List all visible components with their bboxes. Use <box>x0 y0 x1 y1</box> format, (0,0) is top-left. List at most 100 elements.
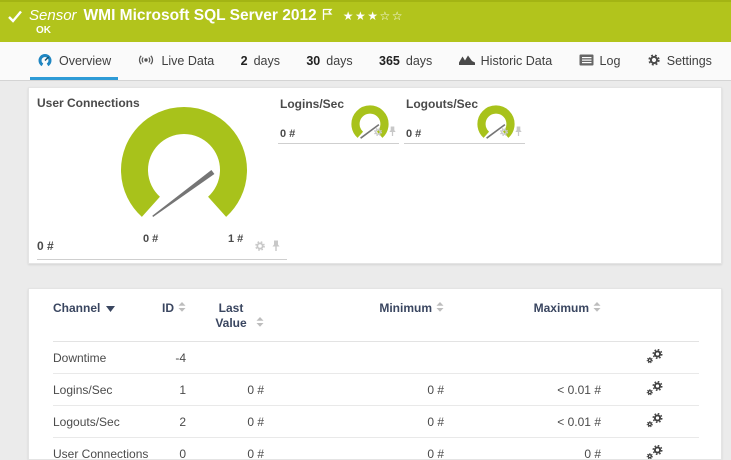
gauge-scale-max: 1 # <box>228 233 244 245</box>
table-row: Downtime -4 <box>53 341 699 374</box>
area-chart-icon <box>458 53 475 69</box>
gauge-settings-gear-icon[interactable] <box>373 124 383 142</box>
status-ok-check-icon <box>8 10 22 28</box>
channel-settings-cell <box>601 373 699 406</box>
column-header-minimum-label: Minimum <box>379 301 432 315</box>
logins-gauge-value: 0 # <box>280 128 296 140</box>
object-kind-label: Sensor <box>29 7 77 24</box>
tab-365-days-unit: days <box>405 54 433 68</box>
sort-toggle-icon <box>178 301 186 315</box>
channel-minimum: 0 # <box>264 437 444 459</box>
tab-2-days[interactable]: 2 days <box>234 42 287 80</box>
sort-toggle-icon <box>256 316 264 330</box>
tab-live-data[interactable]: Live Data <box>130 42 221 80</box>
tab-overview[interactable]: Overview <box>30 42 119 80</box>
tab-2-days-unit: days <box>253 54 280 68</box>
page-title: WMI Microsoft SQL Server 2012 <box>83 7 317 24</box>
channel-settings-gears-icon[interactable] <box>646 444 664 459</box>
table-header-row: Channel ID Last Value Minimum Maximum <box>53 289 699 342</box>
logouts-gauge-value: 0 # <box>406 128 422 140</box>
channel-settings-gears-icon[interactable] <box>646 412 664 431</box>
table-row: User Connections 0 0 # 0 # 0 # <box>53 437 699 459</box>
channel-minimum: 0 # <box>264 373 444 406</box>
tab-30-days-unit: days <box>326 54 353 68</box>
primary-gauge-block: User Connections 0 # 1 # 0 # <box>37 93 287 260</box>
gauge-pin-icon[interactable] <box>388 124 397 142</box>
channel-settings-gears-icon[interactable] <box>646 348 664 367</box>
logouts-gauge-title: Logouts/Sec <box>406 97 479 111</box>
gauge-pin-icon[interactable] <box>271 239 281 257</box>
tab-365-days-number: 365 <box>379 54 400 68</box>
column-header-actions <box>601 289 699 342</box>
column-header-id-label: ID <box>162 301 174 315</box>
tab-30-days-number: 30 <box>306 54 321 68</box>
sort-toggle-icon <box>593 301 601 315</box>
column-header-last-value-label: Last Value <box>215 301 247 330</box>
channel-last-value: 0 # <box>186 437 264 459</box>
column-header-channel[interactable]: Channel <box>53 289 153 342</box>
channel-id: 2 <box>153 405 186 438</box>
channel-name[interactable]: Downtime <box>53 341 153 374</box>
channel-minimum <box>264 341 444 374</box>
column-header-last-value[interactable]: Last Value <box>186 289 264 342</box>
priority-stars[interactable]: ★★★☆☆ <box>343 9 404 23</box>
tab-30-days[interactable]: 30 days <box>299 42 359 80</box>
user-connections-gauge <box>121 107 247 217</box>
gauge-settings-gear-icon[interactable] <box>254 239 266 257</box>
gauge-pin-icon[interactable] <box>514 124 523 142</box>
primary-gauge-value: 0 # <box>37 239 54 253</box>
broadcast-icon <box>137 53 155 70</box>
column-header-maximum[interactable]: Maximum <box>444 289 601 342</box>
column-header-minimum[interactable]: Minimum <box>264 289 444 342</box>
channel-id: 1 <box>153 373 186 406</box>
channel-settings-cell <box>601 341 699 374</box>
tab-365-days[interactable]: 365 days <box>372 42 439 80</box>
tab-historic-data-label: Historic Data <box>480 54 553 68</box>
priority-flag-icon[interactable] <box>322 8 333 26</box>
gauge-icon <box>37 52 53 71</box>
channel-settings-cell <box>601 437 699 459</box>
sensor-title-line: Sensor WMI Microsoft SQL Server 2012 ★★★… <box>8 5 404 28</box>
channel-minimum: 0 # <box>264 405 444 438</box>
tab-log-label: Log <box>599 54 621 68</box>
logouts-gauge-block: Logouts/Sec 0 # <box>404 97 525 144</box>
channel-settings-cell <box>601 405 699 438</box>
channel-table-panel: Channel ID Last Value Minimum Maximum Do… <box>28 288 722 460</box>
tab-historic-data[interactable]: Historic Data <box>452 42 560 80</box>
gauge-scale-min: 0 # <box>143 233 159 245</box>
log-list-icon <box>579 54 594 69</box>
gear-icon <box>647 53 661 70</box>
channel-last-value: 0 # <box>186 373 264 406</box>
logins-gauge-title: Logins/Sec <box>280 97 345 111</box>
channel-maximum: < 0.01 # <box>444 405 601 438</box>
channel-last-value <box>186 341 264 374</box>
table-row: Logouts/Sec 2 0 # 0 # < 0.01 # <box>53 405 699 438</box>
channel-maximum: 0 # <box>444 437 601 459</box>
gauges-panel: User Connections 0 # 1 # 0 # Logins/Sec <box>28 87 722 264</box>
sensor-status-badge: OK <box>36 25 51 36</box>
tab-settings[interactable]: Settings <box>640 42 719 80</box>
tab-live-data-label: Live Data <box>161 54 215 68</box>
channel-table: Channel ID Last Value Minimum Maximum Do… <box>53 289 699 459</box>
channel-maximum: < 0.01 # <box>444 373 601 406</box>
sort-desc-icon <box>106 301 116 315</box>
channel-settings-gears-icon[interactable] <box>646 380 664 399</box>
channel-id: -4 <box>153 341 186 374</box>
sensor-tab-bar: Overview Live Data 2 days 30 days 365 da… <box>0 42 731 81</box>
channel-maximum <box>444 341 601 374</box>
channel-name[interactable]: Logins/Sec <box>53 373 153 406</box>
overview-content: User Connections 0 # 1 # 0 # Logins/Sec <box>0 82 731 460</box>
tab-settings-label: Settings <box>666 54 712 68</box>
column-header-id[interactable]: ID <box>153 289 186 342</box>
channel-id: 0 <box>153 437 186 459</box>
sensor-status-header: Sensor WMI Microsoft SQL Server 2012 ★★★… <box>0 0 731 42</box>
tab-2-days-number: 2 <box>240 54 248 68</box>
channel-name[interactable]: Logouts/Sec <box>53 405 153 438</box>
gauge-settings-gear-icon[interactable] <box>499 124 509 142</box>
column-header-channel-label: Channel <box>53 301 101 315</box>
tab-overview-label: Overview <box>59 54 112 68</box>
sort-toggle-icon <box>436 301 444 315</box>
channel-name[interactable]: User Connections <box>53 437 153 459</box>
column-header-maximum-label: Maximum <box>533 301 589 315</box>
tab-log[interactable]: Log <box>572 42 628 80</box>
